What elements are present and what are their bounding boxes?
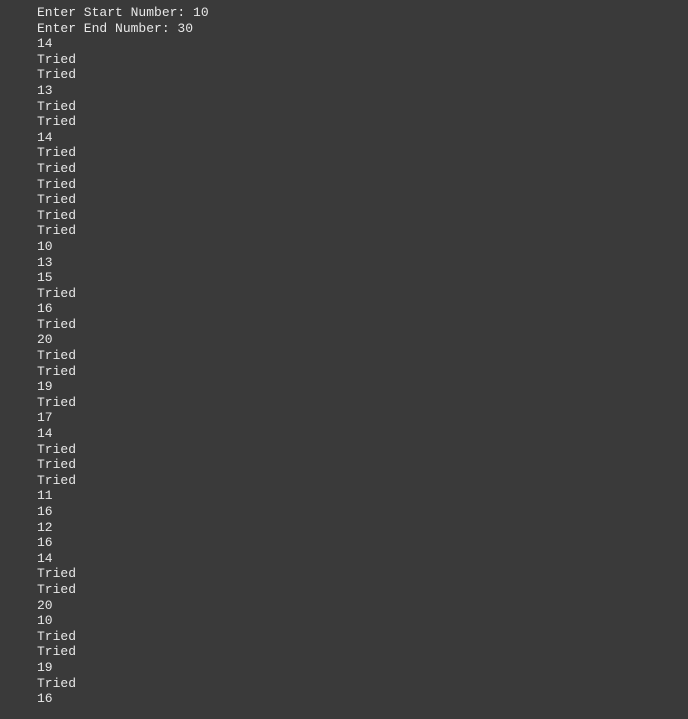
console-line: 17: [37, 410, 688, 426]
console-line: Tried: [37, 145, 688, 161]
console-line: 11: [37, 488, 688, 504]
console-line: Tried: [37, 317, 688, 333]
console-line: 14: [37, 426, 688, 442]
console-line: 14: [37, 36, 688, 52]
console-line: 10: [37, 239, 688, 255]
console-line: Tried: [37, 223, 688, 239]
console-line: Tried: [37, 286, 688, 302]
console-output: Enter Start Number: 10Enter End Number: …: [37, 5, 688, 707]
console-line: Tried: [37, 99, 688, 115]
console-line: Tried: [37, 442, 688, 458]
console-line: Tried: [37, 208, 688, 224]
console-line: 19: [37, 379, 688, 395]
console-line: 13: [37, 255, 688, 271]
console-line: 16: [37, 301, 688, 317]
console-line: Tried: [37, 161, 688, 177]
console-line: Enter End Number: 30: [37, 21, 688, 37]
console-line: Tried: [37, 629, 688, 645]
console-line: Tried: [37, 676, 688, 692]
console-line: Tried: [37, 192, 688, 208]
console-line: Enter Start Number: 10: [37, 5, 688, 21]
console-line: Tried: [37, 395, 688, 411]
console-line: Tried: [37, 457, 688, 473]
console-line: 19: [37, 660, 688, 676]
console-line: 10: [37, 613, 688, 629]
console-line: 14: [37, 130, 688, 146]
console-line: Tried: [37, 582, 688, 598]
console-line: Tried: [37, 364, 688, 380]
console-line: Tried: [37, 473, 688, 489]
console-line: Tried: [37, 566, 688, 582]
console-line: 16: [37, 535, 688, 551]
console-line: 14: [37, 551, 688, 567]
console-line: 15: [37, 270, 688, 286]
console-line: Tried: [37, 52, 688, 68]
console-line: Tried: [37, 67, 688, 83]
console-line: Tried: [37, 348, 688, 364]
console-line: 16: [37, 504, 688, 520]
console-line: Tried: [37, 644, 688, 660]
console-line: 20: [37, 332, 688, 348]
console-line: 20: [37, 598, 688, 614]
console-line: 16: [37, 691, 688, 707]
console-line: Tried: [37, 177, 688, 193]
console-line: 13: [37, 83, 688, 99]
console-line: Tried: [37, 114, 688, 130]
console-line: 12: [37, 520, 688, 536]
